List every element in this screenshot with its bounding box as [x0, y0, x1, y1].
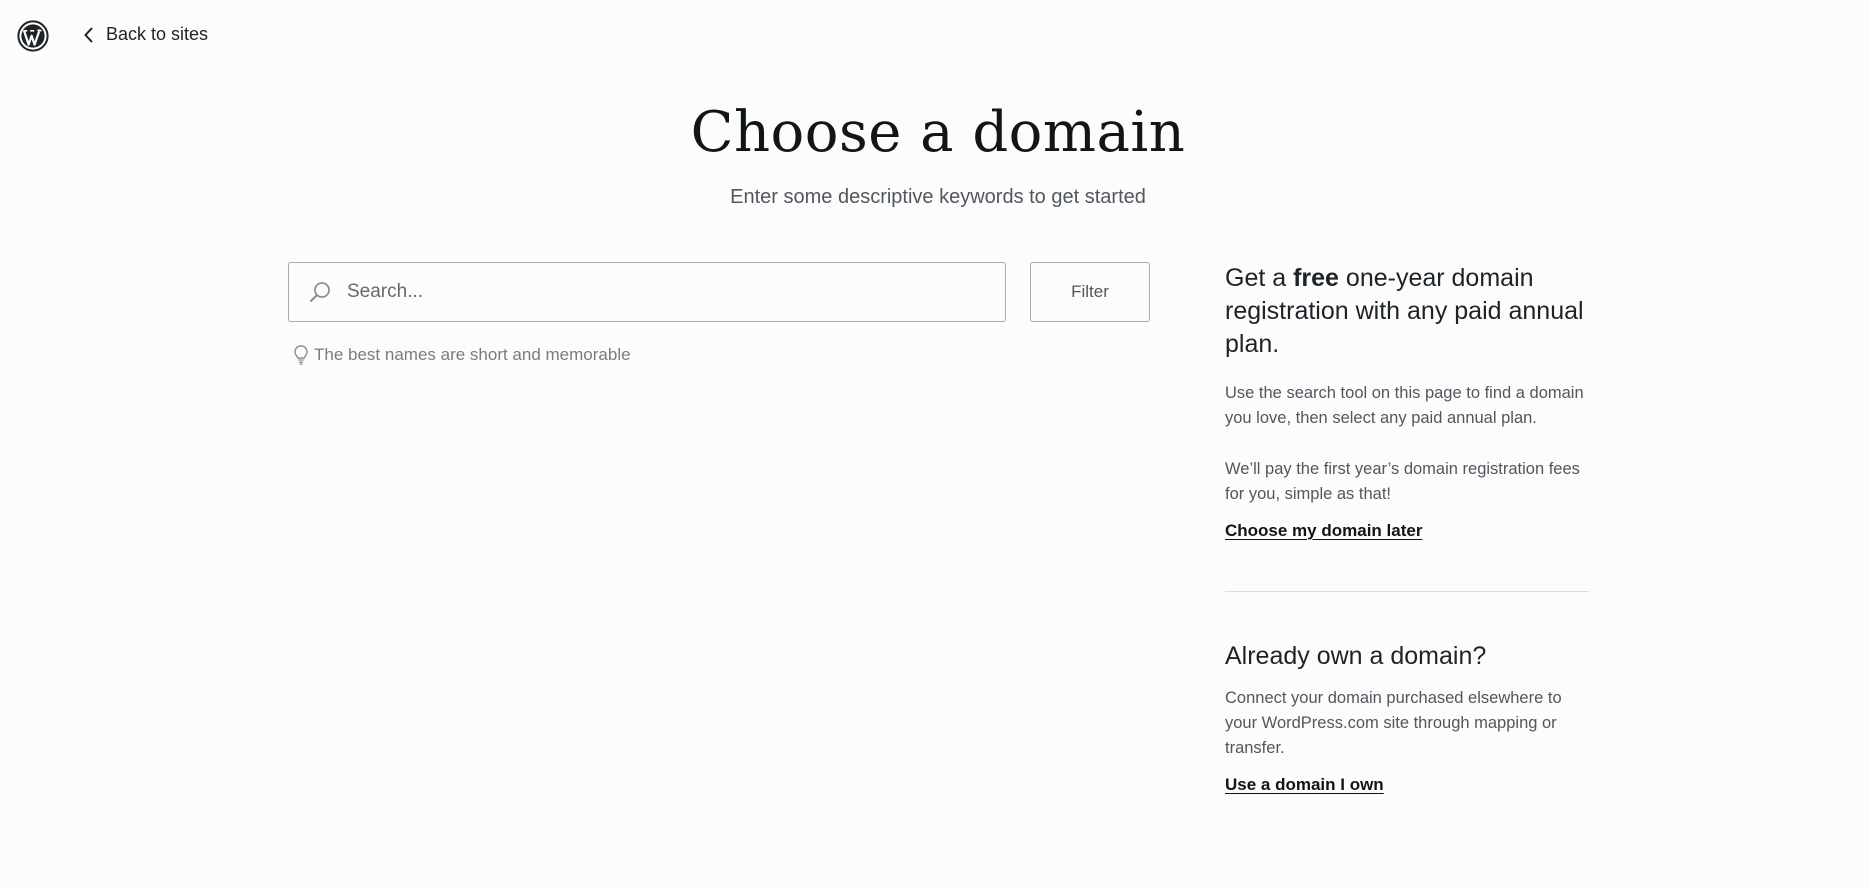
divider — [1225, 591, 1589, 592]
page-subtitle: Enter some descriptive keywords to get s… — [730, 186, 1146, 208]
domain-search-input[interactable] — [345, 263, 1005, 321]
back-to-sites-label: Back to sites — [106, 24, 209, 44]
wordpress-logo-icon[interactable] — [17, 20, 49, 52]
heading-bold: free — [1293, 264, 1339, 292]
search-icon — [310, 282, 330, 302]
heading-prefix: Get a — [1225, 264, 1294, 292]
back-to-sites-link[interactable]: Back to sites — [82, 24, 208, 45]
promo-paragraph-2: We’ll pay the first year’s domain regist… — [1225, 460, 1580, 503]
promo-paragraph-1: Use the search tool on this page to find… — [1225, 384, 1584, 427]
own-domain-paragraph: Connect your domain purchased elsewhere … — [1225, 689, 1562, 757]
hint-text: The best names are short and memorable — [314, 345, 631, 364]
sidebar: Get a free one-year domain registration … — [1225, 262, 1589, 795]
choose-domain-later-link[interactable]: Choose my domain later — [1225, 521, 1422, 541]
own-domain-heading: Already own a domain? — [1225, 642, 1487, 670]
free-domain-heading: Get a free one-year domain registration … — [1225, 262, 1589, 361]
search-hint: The best names are short and memorable — [292, 344, 631, 366]
use-domain-i-own-link[interactable]: Use a domain I own — [1225, 775, 1384, 795]
lightbulb-icon — [294, 345, 308, 365]
search-box[interactable] — [288, 262, 1006, 322]
page-title: Choose a domain — [690, 100, 1186, 165]
filter-button[interactable]: Filter — [1030, 262, 1150, 322]
top-bar: Back to sites — [0, 0, 1870, 72]
chevron-left-icon — [84, 26, 93, 43]
